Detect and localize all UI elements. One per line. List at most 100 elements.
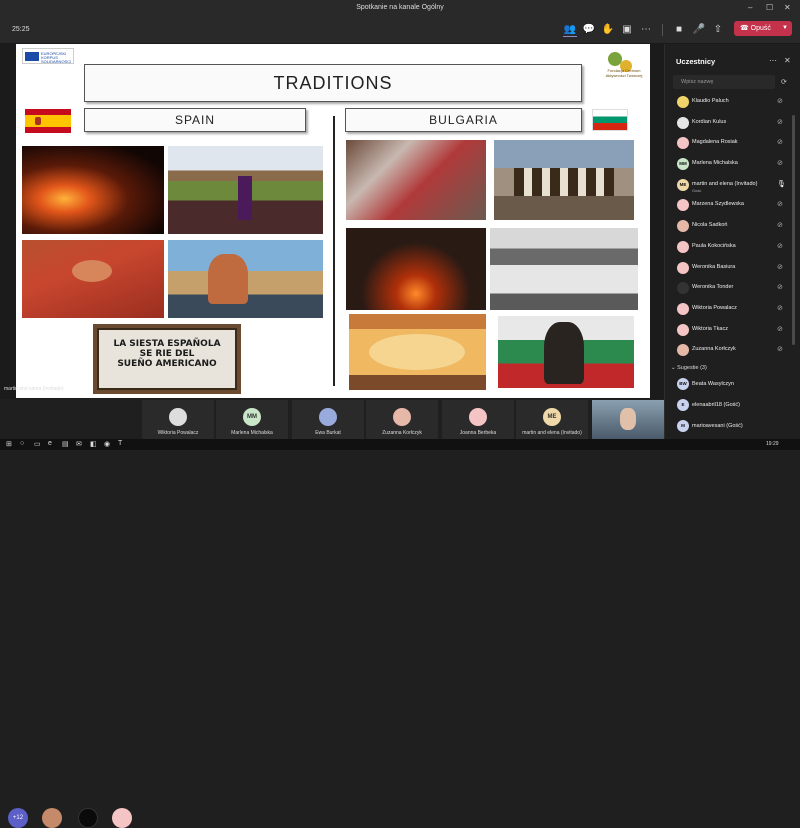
rooms-icon[interactable]: ▣ xyxy=(620,23,634,37)
participant-search-input[interactable]: Wpisz nazwę xyxy=(673,75,775,89)
participant-video-tile[interactable]: Zuzanna Korłczyk xyxy=(366,400,438,439)
participant-name: Klaudio Paluch xyxy=(692,98,729,104)
fire-dancing-photo xyxy=(346,228,486,310)
participant-row[interactable]: Nicola Sadkoń ⊘ xyxy=(665,216,800,237)
close-panel-icon[interactable]: ✕ xyxy=(784,56,791,65)
microphone-muted-icon: ⊘ xyxy=(777,222,783,230)
windows-start-icon[interactable]: ⊞ xyxy=(6,440,12,448)
firefox-icon[interactable]: ◉ xyxy=(104,440,110,448)
chevron-down-icon[interactable]: ▼ xyxy=(782,21,788,36)
participant-video-tile[interactable]: Wiktoria Powalacz xyxy=(142,400,214,439)
suggestion-row[interactable]: M marioavesani (Gość) xyxy=(665,417,800,437)
botev-portrait-photo xyxy=(498,316,634,388)
raise-hand-icon[interactable]: ✋ xyxy=(601,23,615,37)
teams-icon[interactable]: T xyxy=(118,440,122,447)
tile-name: Joanna Berbeka xyxy=(459,430,497,436)
camera-icon[interactable]: ■ xyxy=(672,23,686,37)
participant-row[interactable]: Klaudio Paluch ⊘ xyxy=(665,92,800,113)
participant-avatar[interactable] xyxy=(42,808,62,828)
suggestion-row[interactable]: BW Beata Wasylczyn xyxy=(665,375,800,395)
microphone-muted-icon: ⊘ xyxy=(777,284,783,292)
more-participants-badge[interactable]: +12 xyxy=(8,808,28,828)
participant-name: Marlena Michalska xyxy=(692,160,738,167)
tile-avatar xyxy=(393,408,411,426)
tile-avatar xyxy=(469,408,487,426)
tile-avatar xyxy=(319,408,337,426)
purple-robe-figure xyxy=(238,176,252,220)
more-actions-icon[interactable]: ⋯ xyxy=(639,23,653,37)
participant-avatar: ME xyxy=(677,178,689,191)
file-explorer-icon[interactable]: ▤ xyxy=(62,440,69,448)
participant-row[interactable]: Wiktoria Powalacz ⊘ xyxy=(665,299,800,320)
participant-role: Gość xyxy=(692,187,702,193)
participant-avatar xyxy=(677,220,689,233)
close-icon[interactable]: ✕ xyxy=(784,3,791,12)
suggestions-label[interactable]: ⌄ Sugestie (3) xyxy=(671,365,707,371)
microphone-on-icon: 🎙 xyxy=(777,180,786,188)
participant-row[interactable]: Marzena Szydlewska ⊘ xyxy=(665,195,800,216)
tile-name: Wiktoria Powalacz xyxy=(157,430,199,436)
suggestion-name: marioavesani (Gość) xyxy=(692,423,743,429)
participant-row[interactable]: ME martin and elena (Invitado) Gość 🎙 xyxy=(665,175,800,196)
taskbar-clock: 19:29 xyxy=(766,441,779,447)
suggestion-name: elenaabril18 (Gość) xyxy=(692,402,740,408)
chat-icon[interactable]: 💬 xyxy=(582,23,596,37)
participant-video-tile[interactable]: MM Marlena Michalska xyxy=(216,400,288,439)
more-options-icon[interactable]: ⋯ xyxy=(769,56,777,65)
tile-name: Marlena Michalska xyxy=(231,430,273,436)
participant-avatar xyxy=(677,96,689,108)
search-icon[interactable]: ○ xyxy=(20,440,24,447)
participants-icon[interactable]: 👥 xyxy=(563,23,577,37)
task-view-icon[interactable]: ▭ xyxy=(34,440,41,448)
store-icon[interactable]: ◧ xyxy=(90,440,97,448)
martenitsa-photo xyxy=(346,140,486,220)
share-screen-icon[interactable]: ⇧ xyxy=(711,23,725,37)
participant-list: Klaudio Paluch ⊘ Kordian Kulus ⊘ Magdale… xyxy=(665,92,800,361)
edge-icon[interactable]: e xyxy=(48,440,52,447)
slide-title: TRADITIONS xyxy=(84,64,582,102)
mail-icon[interactable]: ✉ xyxy=(76,440,82,448)
tile-name: martin and elena (Invitado) xyxy=(522,430,582,436)
suggestion-avatar: E xyxy=(677,399,689,411)
panel-scrollbar[interactable] xyxy=(792,115,795,345)
fallas-figure xyxy=(208,254,248,304)
leave-button[interactable]: ☎ Opuść ▼ xyxy=(734,21,792,36)
procession-photo xyxy=(168,146,323,234)
kukeri-photo xyxy=(494,140,634,220)
participants-panel: Uczestnicy ⋯ ✕ Wpisz nazwę ⟳ Klaudio Pal… xyxy=(664,44,800,439)
share-invite-icon[interactable]: ⟳ xyxy=(781,78,787,86)
eu-flag-icon xyxy=(25,52,39,61)
self-video-preview[interactable] xyxy=(592,400,664,439)
meeting-toolbar: 25:25 👥 💬 ✋ ▣ ⋯ ■ 🎤 ⇧ xyxy=(0,16,800,44)
participant-avatar[interactable] xyxy=(78,808,98,828)
eu-logo-text: EUROPEJSKI KORPUS SOLIDARNOŚCI xyxy=(41,51,72,64)
participant-name: Wiktoria Tkacz xyxy=(692,325,728,332)
suggestion-name: Beata Wasylczyn xyxy=(692,381,734,387)
minimize-icon[interactable]: – xyxy=(748,3,752,12)
participant-row[interactable]: Kordian Kulus ⊘ xyxy=(665,113,800,134)
participant-avatar[interactable] xyxy=(112,808,132,828)
microphone-icon[interactable]: 🎤 xyxy=(692,23,706,37)
microphone-muted-icon: ⊘ xyxy=(777,304,783,312)
participant-video-tile[interactable]: ME martin and elena (Invitado) xyxy=(516,400,588,439)
participant-row[interactable]: Weronika Tonder ⊘ xyxy=(665,278,800,299)
participant-row[interactable]: Paula Kokocińska ⊘ xyxy=(665,237,800,258)
participant-row[interactable]: Wiktoria Tkacz ⊘ xyxy=(665,320,800,341)
participant-row[interactable]: Zuzanna Korłczyk ⊘ xyxy=(665,340,800,361)
spain-heading: SPAIN xyxy=(84,108,306,132)
participant-row[interactable]: Magdalena Rosiak ⊘ xyxy=(665,133,800,154)
shared-content-stage: EUROPEJSKI KORPUS SOLIDARNOŚCI Fundacja … xyxy=(0,44,664,399)
suggestion-row[interactable]: E elenaabril18 (Gość) xyxy=(665,396,800,416)
suggestion-avatar: M xyxy=(677,420,689,432)
microphone-muted-icon: ⊘ xyxy=(777,201,783,209)
participant-row[interactable]: MM Marlena Michalska ⊘ xyxy=(665,154,800,175)
participant-video-tile[interactable]: Ewa Burkat xyxy=(292,400,364,439)
maximize-icon[interactable]: ☐ xyxy=(766,3,773,12)
participant-row[interactable]: Weronika Basiura ⊘ xyxy=(665,258,800,279)
participant-name: Paula Kokocińska xyxy=(692,242,736,249)
microphone-muted-icon: ⊘ xyxy=(777,118,783,126)
tile-name: Ewa Burkat xyxy=(315,430,341,436)
participant-video-tile[interactable]: Joanna Berbeka xyxy=(442,400,514,439)
tomatina-photo xyxy=(22,240,164,318)
microphone-muted-icon: ⊘ xyxy=(777,139,783,147)
